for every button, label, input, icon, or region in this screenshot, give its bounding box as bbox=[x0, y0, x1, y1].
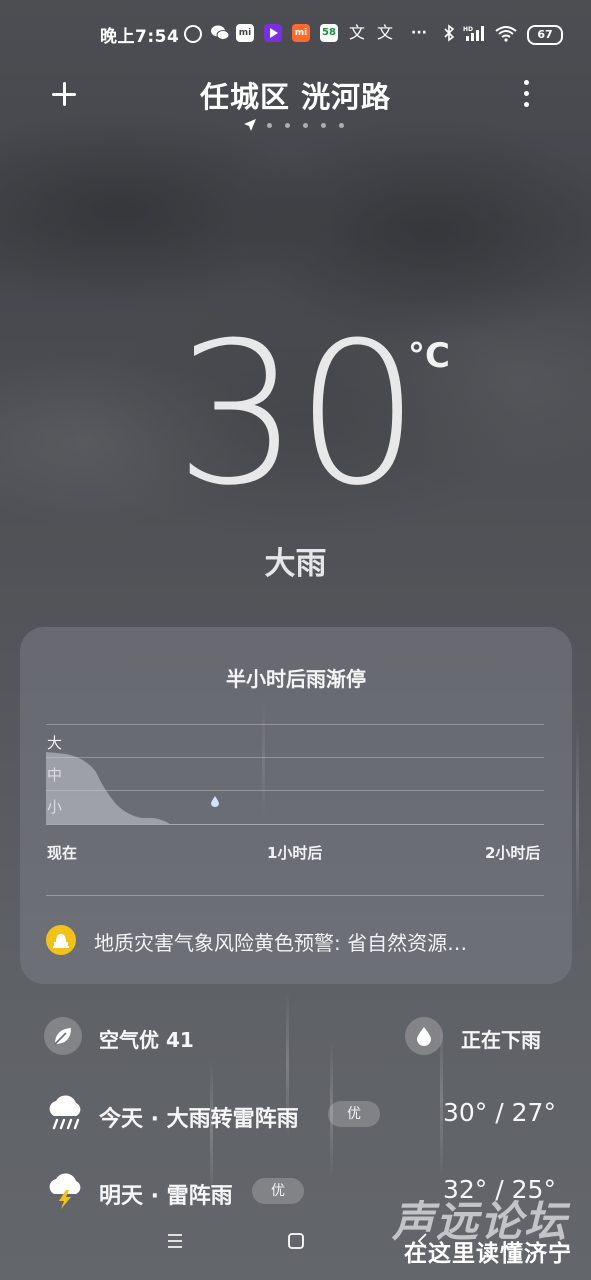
svg-text:HD: HD bbox=[463, 26, 473, 33]
weather-alert-text[interactable]: 地质灾害气象风险黄色预警: 省自然资源… bbox=[94, 927, 550, 956]
more-dots-icon: ··· bbox=[411, 25, 427, 41]
home-nav-icon[interactable] bbox=[287, 1232, 305, 1250]
aqi-badge: 优 bbox=[328, 1101, 380, 1127]
page-indicator bbox=[243, 118, 353, 132]
temperature-unit: °C bbox=[408, 336, 450, 376]
58-app-icon: 58 bbox=[320, 24, 338, 42]
card-divider bbox=[46, 895, 544, 896]
signal-hd-icon: HD bbox=[462, 24, 488, 42]
location-arrow-icon bbox=[244, 119, 256, 131]
forecast-day-label: 明天 · 雷阵雨 bbox=[99, 1184, 233, 1209]
page-dot bbox=[339, 123, 344, 128]
mi-store-icon: mi bbox=[292, 24, 310, 42]
page-dot bbox=[321, 123, 326, 128]
x-label-now: 现在 bbox=[47, 844, 78, 862]
page-dot bbox=[285, 123, 290, 128]
x-label-1h: 1小时后 bbox=[267, 844, 323, 862]
translate-icon: 文 bbox=[348, 23, 365, 42]
video-app-icon bbox=[264, 24, 282, 42]
wechat-icon bbox=[210, 24, 230, 42]
precipitation-status[interactable]: 正在下雨 bbox=[461, 1024, 541, 1053]
current-temperature: 30 bbox=[174, 301, 420, 529]
precipitation-area bbox=[46, 752, 170, 824]
menu-nav-icon[interactable] bbox=[166, 1232, 184, 1250]
thunderstorm-icon bbox=[49, 1173, 81, 1209]
x-label-2h: 2小时后 bbox=[485, 844, 541, 862]
watermark-slogan: 在这里读懂济宁 bbox=[404, 1241, 572, 1267]
leaf-icon bbox=[44, 1017, 82, 1055]
raindrop-icon bbox=[211, 796, 219, 807]
battery-icon: 67 bbox=[527, 25, 563, 45]
raindrop-icon bbox=[405, 1017, 443, 1055]
page-dot bbox=[303, 123, 308, 128]
location-title[interactable]: 任城区 洸河路 bbox=[0, 74, 591, 116]
aqi-badge: 优 bbox=[252, 1178, 304, 1204]
rain-forecast-card[interactable]: 半小时后雨渐停 大 中 小 现在 1小时后 2小时后 地质灾害气象风险黄色预警:… bbox=[20, 627, 572, 984]
warning-light-icon bbox=[46, 925, 76, 955]
translate-icon: 文 bbox=[376, 23, 393, 42]
heavy-rain-icon bbox=[49, 1095, 81, 1130]
current-condition: 大雨 bbox=[264, 546, 327, 582]
netease-icon bbox=[184, 25, 202, 43]
status-bar: 晚上7:54 mi mi 58 文 文 ··· HD 67 bbox=[0, 0, 591, 64]
status-time: 晚上7:54 bbox=[100, 27, 180, 47]
mi-app-icon: mi bbox=[236, 24, 254, 42]
rain-card-title: 半小时后雨渐停 bbox=[226, 667, 366, 691]
wifi-icon bbox=[494, 24, 518, 42]
more-options-button[interactable] bbox=[516, 78, 538, 110]
bluetooth-icon bbox=[440, 24, 458, 42]
forecast-temp-range: 30° / 27° bbox=[443, 1098, 556, 1127]
air-quality-label[interactable]: 空气优 41 bbox=[99, 1024, 194, 1053]
page-dot bbox=[267, 123, 272, 128]
forecast-day-label: 今天 · 大雨转雷阵雨 bbox=[99, 1107, 299, 1132]
